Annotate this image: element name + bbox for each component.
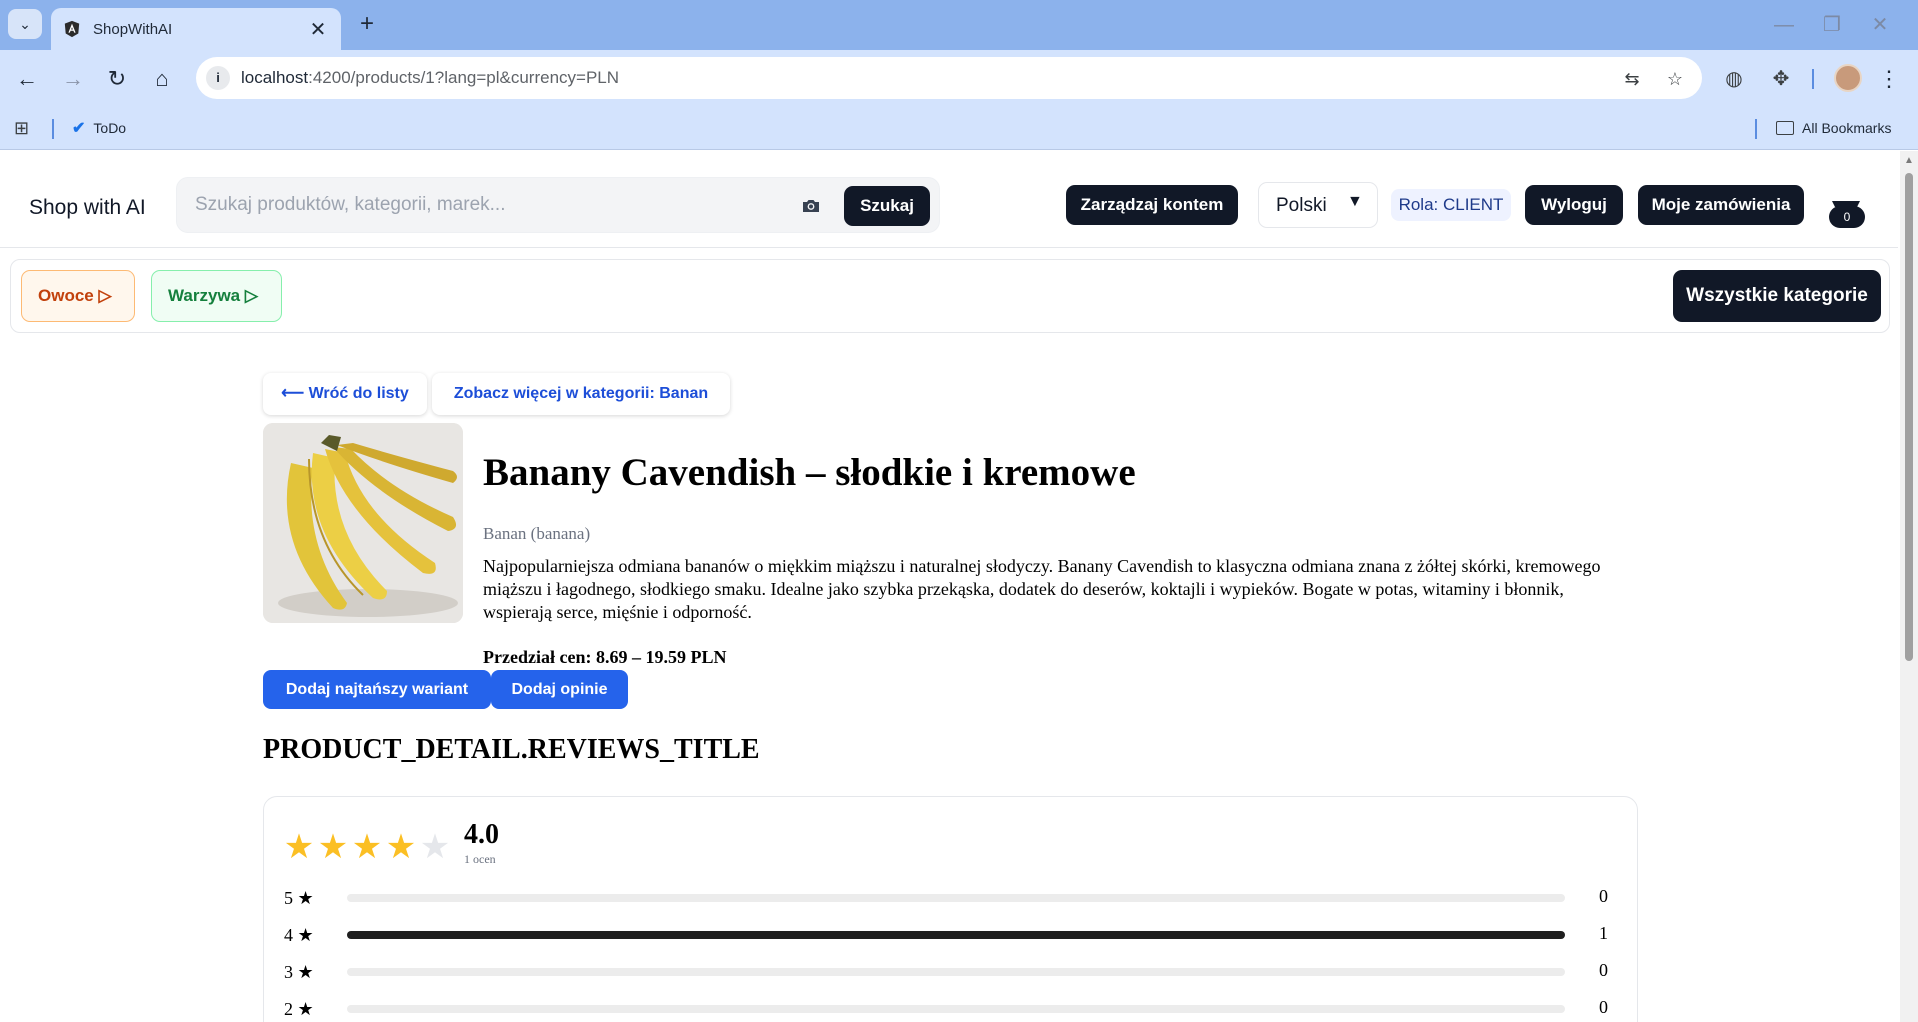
distribution-row: 5 ★ 0 (284, 885, 1614, 911)
star-icon: ★ (351, 828, 383, 866)
distribution-count: 1 (1599, 923, 1608, 943)
manage-account-button[interactable]: Zarządzaj kontem (1066, 185, 1238, 225)
distribution-count: 0 (1599, 960, 1608, 980)
distribution-row: 3 ★ 0 (284, 959, 1614, 985)
minimize-icon[interactable]: — (1766, 10, 1802, 40)
search-input[interactable] (195, 192, 755, 218)
price-range: Przedział cen: 8.69 – 19.59 PLN (483, 647, 727, 667)
language-value: Polski (1276, 195, 1327, 216)
distribution-label: 4 ★ (284, 925, 314, 945)
toolbar-divider (1812, 69, 1814, 89)
folder-icon (1776, 121, 1794, 135)
site-info-icon[interactable]: i (206, 66, 230, 90)
product-title: Banany Cavendish – słodkie i kremowe (483, 451, 1136, 494)
add-cheapest-variant-button[interactable]: Dodaj najtańszy wariant (263, 670, 491, 709)
tab-search-button[interactable]: ⌄ (8, 9, 42, 39)
distribution-label: 3 ★ (284, 962, 314, 982)
brand-logo[interactable]: Shop with AI (29, 196, 146, 220)
forward-arrow-icon[interactable]: → (57, 63, 89, 95)
distribution-track (347, 931, 1565, 939)
star-icon: ★ (419, 828, 451, 866)
reviews-title: PRODUCT_DETAIL.REVIEWS_TITLE (263, 734, 760, 765)
rating-stars: ★ ★ ★ ★ ★ (282, 827, 452, 867)
distribution-track (347, 968, 1565, 976)
average-rating: 4.0 (464, 819, 499, 850)
product-description: Najpopularniejsza odmiana bananów o mięk… (483, 556, 1601, 622)
distribution-row: 2 ★ 0 (284, 996, 1614, 1022)
camera-icon[interactable] (799, 194, 823, 218)
window-close-icon[interactable]: ✕ (1862, 10, 1898, 40)
product-image (263, 423, 463, 623)
reload-icon[interactable]: ↻ (101, 63, 133, 95)
translate-icon[interactable]: ⇆ (1620, 67, 1644, 91)
star-icon: ★ (385, 828, 417, 866)
bookmarks-divider (1755, 119, 1757, 139)
browser-tab-strip: ⌄ ShopWithAI ✕ + — ❐ ✕ (0, 0, 1918, 50)
extension-planet-icon[interactable]: ◍ (1718, 63, 1750, 95)
apps-grid-icon[interactable]: ⊞ (14, 118, 29, 139)
star-icon: ★ (317, 828, 349, 866)
browser-toolbar: ← → ↻ ⌂ i localhost:4200/products/1?lang… (0, 50, 1918, 108)
distribution-track (347, 894, 1565, 902)
language-select[interactable]: Polski ▼ (1258, 182, 1378, 228)
restore-icon[interactable]: ❐ (1814, 10, 1850, 40)
distribution-fill (347, 931, 1565, 939)
distribution-label: 5 ★ (284, 888, 314, 908)
browser-tab[interactable]: ShopWithAI ✕ (51, 8, 341, 50)
url-text[interactable]: localhost:4200/products/1?lang=pl&curren… (241, 68, 619, 88)
my-orders-button[interactable]: Moje zamówienia (1638, 185, 1804, 225)
category-bar: Owoce ▷ Warzywa ▷ Wszystkie kategorie (10, 259, 1890, 333)
bookmark-todo[interactable]: ✔ ToDo (72, 116, 126, 140)
distribution-count: 0 (1599, 997, 1608, 1017)
distribution-track (347, 1005, 1565, 1013)
site-header: Shop with AI Szukaj Zarządzaj kontem Pol… (0, 151, 1898, 248)
rating-count: 1 ocen (464, 852, 496, 866)
new-tab-button[interactable]: + (352, 10, 382, 40)
tab-title: ShopWithAI (93, 20, 173, 38)
role-badge: Rola: CLIENT (1391, 189, 1511, 221)
add-review-button[interactable]: Dodaj opinie (491, 670, 628, 709)
search-bar: Szukaj (176, 177, 940, 233)
category-chip-warzywa[interactable]: Warzywa ▷ (151, 270, 282, 322)
back-arrow-icon[interactable]: ← (11, 63, 43, 95)
scroll-thumb[interactable] (1905, 173, 1913, 661)
category-more-link[interactable]: Zobacz więcej w kategorii: Banan (432, 373, 730, 415)
page-scrollbar[interactable]: ▲ (1900, 151, 1918, 1022)
more-menu-icon[interactable]: ⋮ (1878, 63, 1900, 95)
home-icon[interactable]: ⌂ (146, 63, 178, 95)
caret-down-icon: ▼ (1347, 193, 1363, 210)
angular-icon (64, 20, 80, 38)
distribution-row: 4 ★ 1 (284, 922, 1614, 948)
scroll-up-arrow-icon[interactable]: ▲ (1904, 155, 1914, 166)
all-categories-button[interactable]: Wszystkie kategorie (1673, 270, 1881, 322)
distribution-count: 0 (1599, 886, 1608, 906)
product-subtitle: Banan (banana) (483, 524, 591, 543)
cart-count-badge: 0 (1829, 206, 1865, 228)
extensions-puzzle-icon[interactable]: ✥ (1765, 63, 1797, 95)
distribution-label: 2 ★ (284, 999, 314, 1019)
todo-check-icon: ✔ (72, 120, 86, 137)
close-icon[interactable]: ✕ (307, 17, 329, 42)
reviews-summary-card: ★ ★ ★ ★ ★ 4.0 1 ocen 5 ★ 0 4 ★ 1 3 ★ 0 2 ★ 0 (263, 796, 1638, 1022)
star-icon: ★ (283, 828, 315, 866)
bookmarks-divider (52, 119, 54, 139)
all-bookmarks[interactable]: All Bookmarks (1776, 116, 1891, 140)
logout-button[interactable]: Wyloguj (1525, 185, 1623, 225)
category-chip-owoce[interactable]: Owoce ▷ (21, 270, 135, 322)
search-button[interactable]: Szukaj (844, 186, 930, 226)
profile-avatar[interactable] (1834, 64, 1862, 92)
page-viewport: Shop with AI Szukaj Zarządzaj kontem Pol… (0, 151, 1898, 1022)
star-bookmark-icon[interactable]: ☆ (1663, 67, 1687, 91)
address-bar[interactable]: i localhost:4200/products/1?lang=pl&curr… (196, 57, 1702, 99)
bookmarks-bar: ⊞ ✔ ToDo All Bookmarks (0, 108, 1918, 150)
back-to-list-link[interactable]: ⟵ Wróć do listy (263, 373, 427, 415)
